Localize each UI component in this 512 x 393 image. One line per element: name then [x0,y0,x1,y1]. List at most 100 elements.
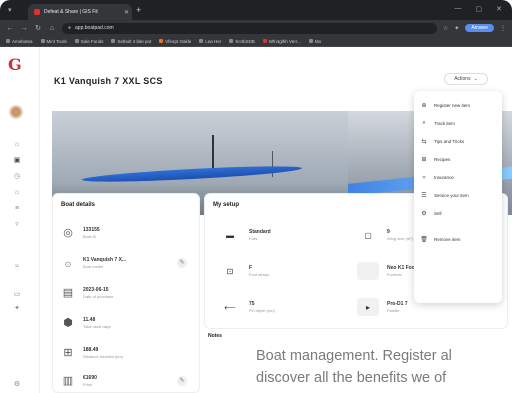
list-icon[interactable]: ≡ [13,205,21,213]
tab-search-icon[interactable]: ▾ [8,6,12,14]
bookmark-item[interactable]: Wfn4glhh Verr... [262,39,301,44]
detail-label: Date of purchase [83,294,114,299]
menu-item-register[interactable]: ⊕ Register new item [420,97,470,113]
filter-icon: ▿ [422,174,426,181]
caption-line-1: Boat management. Register al [256,348,452,364]
detail-label: Boat ID [83,234,97,239]
detail-value: K1 Vanquish 7 X... [83,257,127,263]
menu-item-remove[interactable]: 🗑 Remove item [420,231,461,247]
bag-icon[interactable]: ⌂ [13,189,21,197]
detail-label: Distance traveled (km) [83,354,124,359]
caption-line-2: discover all the benefits we of [256,370,447,386]
forward-icon[interactable]: → [20,25,28,32]
filter-icon[interactable]: ▿ [13,221,21,229]
actions-button[interactable]: Actions ⌄ [444,73,488,85]
address-bar[interactable]: ● app.boatpad.com [62,22,437,34]
setup-value: F [249,265,253,271]
edit-icon[interactable]: ✎ [177,258,187,268]
reload-icon[interactable]: ↻ [34,24,42,32]
menu-item-label: Recipes [434,156,451,162]
chevron-down-icon: ⌄ [473,76,478,82]
list-icon: ☰ [421,192,427,199]
bookmark-item[interactable]: Vfinrpt Oakle [159,39,191,44]
menu-item-track[interactable]: ⌕ Track item [420,115,455,131]
detail-label: Total used days [83,324,111,329]
browser-menu-icon[interactable]: ⋮ [500,25,506,32]
setup-value: 75 [249,301,255,307]
search-icon: ⌕ [422,119,426,126]
detail-label: Boat model [83,264,104,269]
setup-value: Pro-D1 7 [387,301,408,307]
setup-item[interactable]: ⟵ 75 Fin depth (cm) [219,296,349,318]
notes-heading: Notes [208,333,222,339]
brand-logo[interactable]: G [8,55,22,74]
menu-item-label: Sell [434,210,442,216]
trash-icon: 🗑 [420,236,428,243]
tab-title: Defeat & Share | GIS Fit [44,9,98,15]
setup-label: Foot straps [249,272,270,277]
setup-value: Standard [249,229,271,235]
overlay-caption: Boat management. Register al discover al… [256,345,512,389]
bookmark-star-icon[interactable]: ☆ [443,25,448,32]
avatar[interactable] [9,105,23,119]
actions-button-label: Actions [454,76,471,82]
board-icon[interactable]: ▣ [13,157,21,165]
detail-value: 133155 [83,227,100,233]
chat-icon[interactable]: ▭ [13,291,21,299]
minimize-icon[interactable]: — [455,5,462,13]
setup-label: Wing size (m²) [387,236,413,241]
maximize-icon[interactable]: ▢ [476,5,483,13]
new-tab-icon[interactable]: + [136,5,141,15]
close-window-icon[interactable]: ✕ [496,5,502,13]
detail-value: 188.49 [83,347,99,353]
setup-item[interactable]: ⊡ F Foot straps [219,260,349,282]
menu-item-sell[interactable]: ⚙ Sell [420,205,442,221]
detail-value: 2023-06-15 [83,287,109,293]
bookmark-item[interactable]: ScrtkSDB [229,39,255,44]
extensions-icon[interactable]: ✦ [454,25,459,32]
detail-row: ⬢ 11.48 Total used days [61,312,187,334]
menu-item-service[interactable]: ☰ Service your item [420,187,469,203]
bookmark-item[interactable]: Lea Her [199,39,221,44]
app-sidebar: G ⌂ ▣ ◷ ⌂ ≡ ▿ ≈ ▭ ✦ ⚙ [0,47,40,393]
lock-icon: ● [68,25,72,31]
setup-label: Fin depth (cm) [249,308,275,313]
wave-icon[interactable]: ≈ [13,263,21,271]
bookmarks-bar: Amebotea Mint Tools Sole Funds Setbolt 4… [0,36,512,47]
grid-icon: ⊞ [421,156,427,163]
tab-close-icon[interactable]: ✕ [124,9,132,16]
boat-details-title: Boat details [61,202,96,208]
page-title: K1 Vanquish 7 XXL SCS [54,76,163,86]
strap-thumb-icon: ⊡ [219,262,241,280]
detail-row: ▤ 2023-06-15 Date of purchase [61,282,187,304]
bookmark-item[interactable]: Mo [308,39,321,44]
gauge-icon: ◎ [63,227,73,239]
receipt-icon: ▥ [62,375,74,387]
settings-icon[interactable]: ⚙ [13,381,21,389]
bookmark-item[interactable]: Mint Tools [40,39,67,44]
ruler-icon: ⊞ [63,347,73,359]
detail-value: €1690 [83,375,97,381]
menu-item-recipes[interactable]: ⊞ Recipes [420,151,450,167]
bookmark-item[interactable]: Setbolt 4 bite pot [111,39,151,44]
star-icon[interactable]: ✦ [13,305,21,313]
browser-tab-bar: ▾ Defeat & Share | GIS Fit ✕ + — ▢ ✕ [0,0,512,20]
menu-item-tips[interactable]: ⇆ Tips and Tricks [420,133,464,149]
menu-item-label: Remove item [434,236,461,242]
menu-item-label: Tips and Tricks [434,138,465,144]
home-icon[interactable]: ⌂ [13,141,21,149]
setup-item[interactable]: ▬ Standard Foils [219,224,349,246]
back-icon[interactable]: ← [6,25,14,32]
clock-icon[interactable]: ◷ [13,173,21,181]
profile-button[interactable]: Amwee [465,24,494,32]
menu-item-label: Service your item [434,192,469,198]
detail-row: ◎ 133155 Boat ID [61,222,187,244]
footrest-thumb-icon [357,262,379,280]
edit-icon[interactable]: ✎ [177,376,187,386]
home-icon[interactable]: ⌂ [48,25,56,32]
bookmark-item[interactable]: Amebotea [6,39,33,44]
bookmark-item[interactable]: Sole Funds [74,39,103,44]
browser-tab[interactable]: Defeat & Share | GIS Fit ✕ [28,4,132,20]
calendar-icon: ▤ [62,287,74,299]
menu-item-insurance[interactable]: ▿ Insurance [420,169,453,185]
